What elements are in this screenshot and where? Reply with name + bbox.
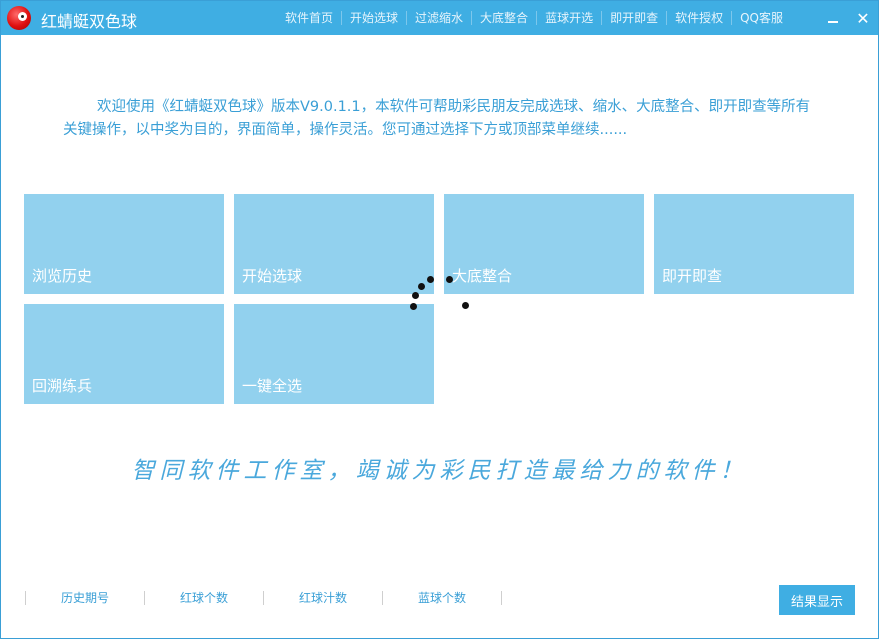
nav-item-start-select[interactable]: 开始选球 [342, 11, 408, 25]
title-bar: 红蜻蜓双色球 软件首页 开始选球 过滤缩水 大底整合 蓝球开选 即开即查 软件授… [1, 1, 878, 35]
top-nav: 软件首页 开始选球 过滤缩水 大底整合 蓝球开选 即开即查 软件授权 QQ客服 [277, 1, 791, 35]
nav-item-instant-check[interactable]: 即开即查 [602, 11, 668, 25]
close-icon: ✕ [856, 8, 870, 28]
welcome-text: 欢迎使用《红蜻蜓双色球》版本V9.0.1.1，本软件可帮助彩民朋友完成选球、缩水… [63, 99, 811, 138]
column-blue-count: 蓝球个数 [382, 591, 501, 605]
nav-item-filter[interactable]: 过滤缩水 [407, 11, 473, 25]
column-history-issue: 历史期号 [25, 591, 144, 605]
tile-label: 开始选球 [242, 267, 303, 285]
tile-label: 浏览历史 [32, 267, 93, 285]
app-logo-icon [7, 6, 31, 30]
tile-select-all[interactable]: 一键全选 [234, 304, 434, 404]
nav-item-blue-ball[interactable]: 蓝球开选 [537, 11, 603, 25]
main-window: 红蜻蜓双色球 软件首页 开始选球 过滤缩水 大底整合 蓝球开选 即开即查 软件授… [0, 0, 879, 639]
nav-item-qq-support[interactable]: QQ客服 [732, 11, 791, 25]
bottom-status-bar: 历史期号 红球个数 红球汁数 蓝球个数 [25, 591, 502, 605]
tile-start-select[interactable]: 开始选球 [234, 194, 434, 294]
column-red-count: 红球个数 [144, 591, 263, 605]
show-result-button[interactable]: 结果显示 [779, 585, 855, 615]
nav-item-home[interactable]: 软件首页 [277, 11, 343, 25]
column-divider [501, 591, 502, 605]
app-title: 红蜻蜓双色球 [41, 12, 138, 31]
nav-item-license[interactable]: 软件授权 [667, 11, 733, 25]
minimize-icon [828, 21, 838, 23]
nav-item-merge[interactable]: 大底整合 [472, 11, 538, 25]
tile-label: 即开即查 [662, 267, 723, 285]
column-red-sum: 红球汁数 [263, 591, 382, 605]
close-button[interactable]: ✕ [848, 1, 878, 35]
tile-browse-history[interactable]: 浏览历史 [24, 194, 224, 294]
window-controls: ✕ [818, 1, 878, 35]
minimize-button[interactable] [818, 1, 848, 35]
tile-instant-check[interactable]: 即开即查 [654, 194, 854, 294]
loading-spinner-icon [406, 273, 476, 315]
slogan: 智同软件工作室，竭诚为彩民打造最给力的软件！ [131, 458, 748, 484]
tile-label: 回溯练兵 [32, 377, 93, 395]
tile-label: 一键全选 [242, 377, 303, 395]
tile-backtest[interactable]: 回溯练兵 [24, 304, 224, 404]
